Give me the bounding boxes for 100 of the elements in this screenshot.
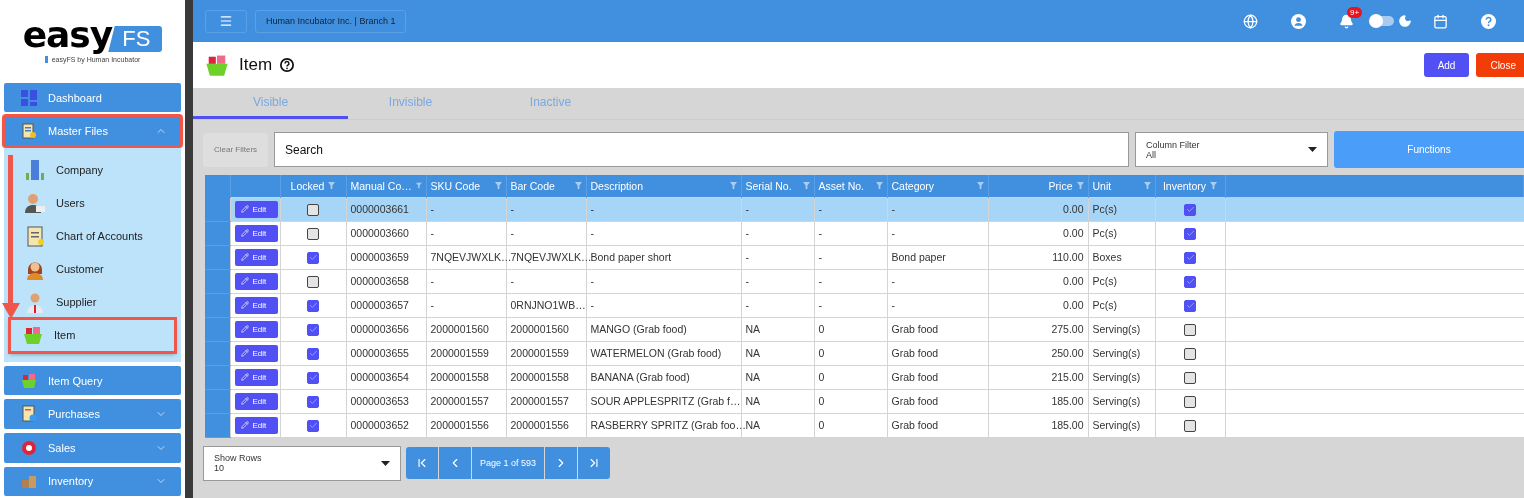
table-row[interactable]: Edit 0000003654 2000001558 2000001558 BANANA (Grab food) NA 0 Grab food 215.00 Serving(s) <box>205 365 1524 389</box>
filter-icon[interactable] <box>802 182 810 190</box>
checkbox[interactable] <box>307 251 319 264</box>
checkbox[interactable] <box>1184 275 1196 288</box>
column-header[interactable]: Serial No. <box>741 175 814 197</box>
table-cell: 0000003660 <box>350 227 409 239</box>
column-header[interactable]: SKU Code <box>426 175 506 197</box>
table-cell: NA <box>745 323 761 335</box>
edit-button[interactable]: Edit <box>234 320 278 338</box>
checkbox[interactable] <box>307 275 319 288</box>
checkbox[interactable] <box>307 299 319 312</box>
checkbox[interactable] <box>1184 419 1196 432</box>
checkbox[interactable] <box>307 419 319 432</box>
filter-icon[interactable] <box>976 182 984 190</box>
edit-button[interactable]: Edit <box>234 416 278 434</box>
filter-icon[interactable] <box>494 182 502 190</box>
sidebar-item[interactable]: Purchases <box>4 399 181 429</box>
checkbox[interactable] <box>1184 371 1196 384</box>
checkbox[interactable] <box>1184 299 1196 312</box>
table-row[interactable]: Edit 0000003656 2000001560 2000001560 MANGO (Grab food) NA 0 Grab food 275.00 Serving(s) <box>205 317 1524 341</box>
submenu-item[interactable]: Item <box>10 318 175 352</box>
table-row[interactable]: Edit 0000003655 2000001559 2000001559 WATERMELON (Grab food) NA 0 Grab food 250.00 Serving(s) <box>205 341 1524 365</box>
table-cell: Pc(s) <box>1092 275 1117 287</box>
checkbox[interactable] <box>307 371 319 384</box>
checkbox[interactable] <box>307 347 319 360</box>
checkbox[interactable] <box>1184 395 1196 408</box>
column-header[interactable]: Description <box>586 175 741 197</box>
filter-icon[interactable] <box>574 182 582 190</box>
checkbox[interactable] <box>1184 203 1196 216</box>
checkbox[interactable] <box>307 203 319 216</box>
sidebar-item[interactable]: Sales <box>4 433 181 463</box>
edit-button[interactable]: Edit <box>234 296 278 314</box>
menu-button[interactable] <box>205 9 247 33</box>
table-cell: - <box>590 203 594 215</box>
column-header[interactable]: Manual Co… <box>346 175 426 197</box>
edit-button[interactable]: Edit <box>234 368 278 386</box>
sidebar-item[interactable]: Dashboard <box>4 82 181 113</box>
account-icon[interactable] <box>1290 13 1306 29</box>
checkbox[interactable] <box>1184 251 1196 264</box>
table-row[interactable]: Edit 0000003659 7NQEVJWXLK…7NQEVJWXLK…Bond paper short - - Bond paper 110.00 Boxes <box>205 245 1524 269</box>
first-page-button[interactable] <box>406 447 438 479</box>
help-icon[interactable] <box>280 58 295 72</box>
column-header[interactable]: Inventory <box>1155 175 1225 197</box>
table-row[interactable]: Edit 0000003657 - 0RNJNO1WB… - - - - 0.00 Pc(s) <box>205 293 1524 317</box>
column-header[interactable]: Unit <box>1088 175 1155 197</box>
checkbox[interactable] <box>1184 323 1196 336</box>
action-button[interactable]: Add <box>1423 53 1470 77</box>
filter-icon[interactable] <box>415 182 422 190</box>
functions-button[interactable]: Functions <box>1334 131 1524 168</box>
show-rows-select[interactable]: Show Rows 10 <box>203 445 401 481</box>
filter-icon[interactable] <box>328 182 336 190</box>
checkbox[interactable] <box>1184 227 1196 240</box>
edit-button[interactable]: Edit <box>234 272 278 290</box>
sidebar-item[interactable]: Item Query <box>4 365 181 396</box>
dark-mode-toggle[interactable] <box>1370 16 1394 26</box>
sidebar-item[interactable]: Master Files <box>4 116 181 146</box>
column-header[interactable]: Asset No. <box>814 175 887 197</box>
edit-button[interactable]: Edit <box>234 248 278 266</box>
table-row[interactable]: Edit 0000003661 - - - - - - 0.00 Pc(s) <box>205 197 1524 221</box>
column-header[interactable]: Category <box>887 175 988 197</box>
edit-button[interactable]: Edit <box>234 392 278 410</box>
search-field[interactable]: Search <box>274 132 1129 167</box>
table-cell: - <box>818 275 822 287</box>
table-row[interactable]: Edit 0000003652 2000001556 2000001556 RASBERRY SPRITZ (Grab foo…NA 0 Grab food 185.00 Serving(s) <box>205 413 1524 437</box>
next-page-button[interactable] <box>545 447 578 479</box>
branch-selector[interactable]: Human Incubator Inc. | Branch 1 <box>255 9 407 33</box>
submenu-item[interactable]: Customer <box>4 252 181 286</box>
submenu-item[interactable]: Chart of Accounts <box>4 219 181 253</box>
last-page-button[interactable] <box>578 447 611 479</box>
moon-icon <box>1398 14 1412 28</box>
edit-button[interactable]: Edit <box>234 200 278 218</box>
column-header[interactable]: Locked <box>280 175 346 197</box>
filter-icon[interactable] <box>729 182 737 190</box>
checkbox[interactable] <box>307 323 319 336</box>
table-row[interactable]: Edit 0000003653 2000001557 2000001557 SOUR APPLESPRITZ (Grab f… NA 0 Grab food 185.00 Serving(s) <box>205 389 1524 413</box>
edit-button[interactable]: Edit <box>234 224 278 242</box>
filter-icon[interactable] <box>1076 182 1084 190</box>
column-header[interactable]: Price <box>988 175 1088 197</box>
first-page-icon <box>415 456 429 470</box>
table-cell: 7NQEVJWXLK… <box>510 251 592 263</box>
table-row[interactable]: Edit 0000003660 - - - - - - 0.00 Pc(s) <box>205 221 1524 245</box>
calendar-icon[interactable] <box>1432 13 1448 29</box>
sidebar-item[interactable]: Inventory <box>4 466 181 496</box>
submenu-item[interactable]: Company <box>4 153 181 187</box>
column-filter-select[interactable]: Column Filter All <box>1135 132 1328 167</box>
filter-icon[interactable] <box>875 182 883 190</box>
checkbox[interactable] <box>1184 347 1196 360</box>
submenu-item[interactable]: Supplier <box>4 285 181 319</box>
filter-icon[interactable] <box>1143 182 1151 190</box>
checkbox[interactable] <box>307 227 319 240</box>
notification-icon[interactable] <box>1338 13 1354 29</box>
globe-icon[interactable] <box>1242 13 1258 29</box>
table-row[interactable]: Edit 0000003658 - - - - - - 0.00 Pc(s) <box>205 269 1524 293</box>
edit-button[interactable]: Edit <box>234 344 278 362</box>
checkbox[interactable] <box>307 395 319 408</box>
submenu-item[interactable]: Users <box>4 186 181 220</box>
table-cell: - <box>745 251 749 263</box>
action-button[interactable]: Close <box>1476 53 1524 77</box>
column-header[interactable]: Bar Code <box>506 175 586 197</box>
filter-icon[interactable] <box>1210 182 1218 190</box>
